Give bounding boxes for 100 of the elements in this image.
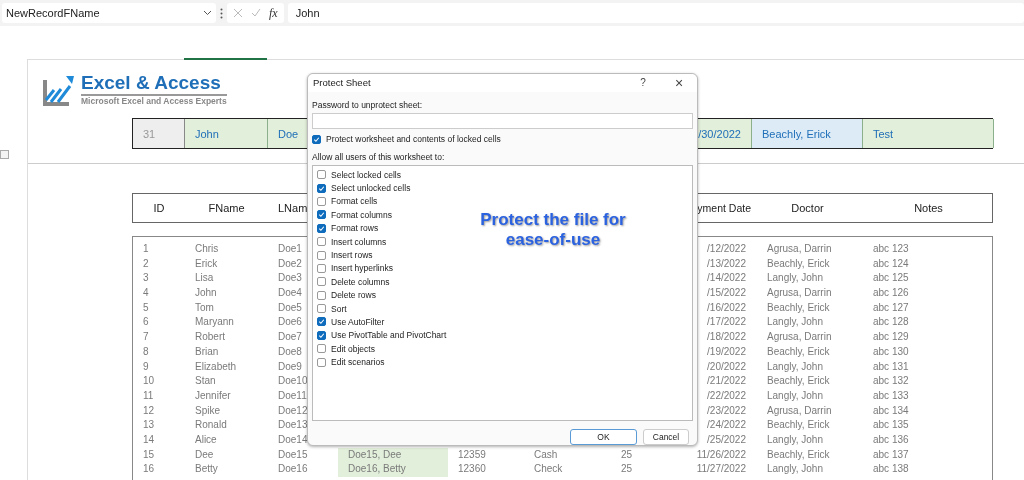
table-cell-text: Langly, John <box>767 359 823 374</box>
name-box[interactable]: NewRecordFName <box>2 3 216 23</box>
id-cell-text: 14 <box>143 432 155 447</box>
doctor-cell[interactable]: Beachly, Erick <box>752 119 863 148</box>
checkbox-label: Insert rows <box>331 250 373 261</box>
checkbox-label: Insert hyperlinks <box>331 263 393 274</box>
checkbox[interactable] <box>317 344 326 354</box>
checkbox[interactable] <box>317 304 326 314</box>
insert-function-button[interactable]: fx <box>269 5 278 21</box>
id-cell-text: 1 <box>143 242 149 256</box>
checkbox[interactable] <box>317 290 326 300</box>
table-cell: Beachly, Erick <box>767 418 830 433</box>
table-cell-text: abc 137 <box>873 447 909 462</box>
checkbox[interactable] <box>317 250 326 260</box>
table-cell-text: Doe12 <box>278 403 308 418</box>
table-cell-text: Doe6 <box>278 315 302 330</box>
table-cell-text: Chris <box>195 242 219 256</box>
table-cell-text: Maryann <box>195 315 234 330</box>
table-cell: abc 129 <box>873 330 909 345</box>
checkbox[interactable] <box>317 237 326 247</box>
column-header: ID <box>152 201 166 216</box>
table-cell-text: Doe9 <box>278 359 302 374</box>
close-button[interactable]: × <box>661 74 697 91</box>
table-cell: Stan <box>195 374 216 389</box>
table-cell-text: Langly, John <box>767 432 823 447</box>
checkbox[interactable] <box>317 223 326 233</box>
date-cell: /15/2022 <box>707 286 746 301</box>
table-cell: Check <box>534 462 563 477</box>
checkbox[interactable] <box>317 277 326 287</box>
cancel-icon[interactable] <box>233 8 243 18</box>
column-header: LNam <box>278 201 308 216</box>
table-cell-text: Tom <box>195 300 214 315</box>
date-cell: /24/2022 <box>707 418 746 433</box>
date-cell: 11/27/2022 <box>696 462 746 477</box>
table-cell: Doe13 <box>278 418 308 433</box>
entry-cell[interactable]: Test <box>863 119 994 148</box>
ok-button[interactable]: OK <box>570 429 637 445</box>
checkbox[interactable] <box>317 183 326 193</box>
checkbox[interactable] <box>312 134 321 144</box>
password-field[interactable] <box>312 112 693 129</box>
date-cell-text: /16/2022 <box>707 300 746 315</box>
id-cell: 7 <box>143 330 149 345</box>
table-cell-text: abc 127 <box>873 300 909 315</box>
enter-icon[interactable] <box>251 8 261 18</box>
table-cell: abc 135 <box>873 418 909 433</box>
table-cell: Betty <box>195 462 218 477</box>
checkbox-label: Edit objects <box>331 343 375 354</box>
date-cell-text: /17/2022 <box>707 315 746 330</box>
date-cell-text: /12/2022 <box>707 242 746 256</box>
table-cell-text: abc 128 <box>873 315 909 330</box>
table-cell-text: Spike <box>195 403 220 418</box>
checkbox-label: Format rows <box>331 223 379 234</box>
table-cell: Doe16 <box>278 462 308 477</box>
checkbox[interactable] <box>317 170 326 180</box>
table-cell-text: Doe11 <box>278 388 307 403</box>
date-cell-text: /19/2022 <box>707 344 746 359</box>
table-cell-text: Langly, John <box>767 271 823 286</box>
table-cell-text: Elizabeth <box>195 359 237 374</box>
checkbox[interactable] <box>317 330 326 340</box>
cancel-button[interactable]: Cancel <box>643 429 689 445</box>
table-cell: Doe4 <box>278 286 302 301</box>
column-header: FName <box>207 201 246 216</box>
more-icon[interactable] <box>220 7 223 19</box>
id-cell: 4 <box>143 286 149 301</box>
checkbox-label: Select unlocked cells <box>331 183 411 194</box>
checkbox-label: Insert columns <box>331 236 387 247</box>
checkbox[interactable] <box>317 357 326 367</box>
table-cell-text: Doe8 <box>278 344 302 359</box>
checkbox[interactable] <box>317 317 326 327</box>
table-cell-text: Doe5 <box>278 300 302 315</box>
date-cell-text: /23/2022 <box>707 403 746 418</box>
help-button[interactable]: ? <box>625 77 661 89</box>
id-cell: 13 <box>143 418 155 433</box>
checkbox[interactable] <box>317 196 326 206</box>
date-cell: /21/2022 <box>707 374 746 389</box>
table-cell: Beachly, Erick <box>767 374 830 389</box>
table-cell: Agrusa, Darrin <box>767 286 832 301</box>
table-cell-text: abc 133 <box>873 388 909 403</box>
date-cell: /18/2022 <box>707 330 746 345</box>
table-cell-text: Doe3 <box>278 271 302 286</box>
entry-cell[interactable]: John <box>185 119 268 148</box>
formula-field[interactable]: John <box>287 3 1024 23</box>
id-cell: 16 <box>143 462 155 477</box>
date-cell-text: /22/2022 <box>707 388 746 403</box>
id-cell-text: 9 <box>143 359 149 374</box>
table-cell-text: Langly, John <box>767 388 823 403</box>
id-cell: 10 <box>143 374 155 389</box>
table-cell: abc 132 <box>873 374 909 389</box>
id-cell-text: 5 <box>143 300 149 315</box>
table-cell-text: abc 131 <box>873 359 909 374</box>
id-cell-text: 8 <box>143 344 149 359</box>
checkbox[interactable] <box>317 210 326 220</box>
collapse-icon[interactable] <box>0 150 9 159</box>
table-cell-text: Jennifer <box>195 388 231 403</box>
table-cell: Agrusa, Darrin <box>767 330 832 345</box>
logo-title: Excel & Access <box>81 73 227 96</box>
table-cell: Doe10 <box>278 374 308 389</box>
table-cell: Langly, John <box>767 462 823 477</box>
checkbox[interactable] <box>317 263 326 273</box>
overlay-caption: Protect the file for ease-of-use <box>479 210 627 250</box>
